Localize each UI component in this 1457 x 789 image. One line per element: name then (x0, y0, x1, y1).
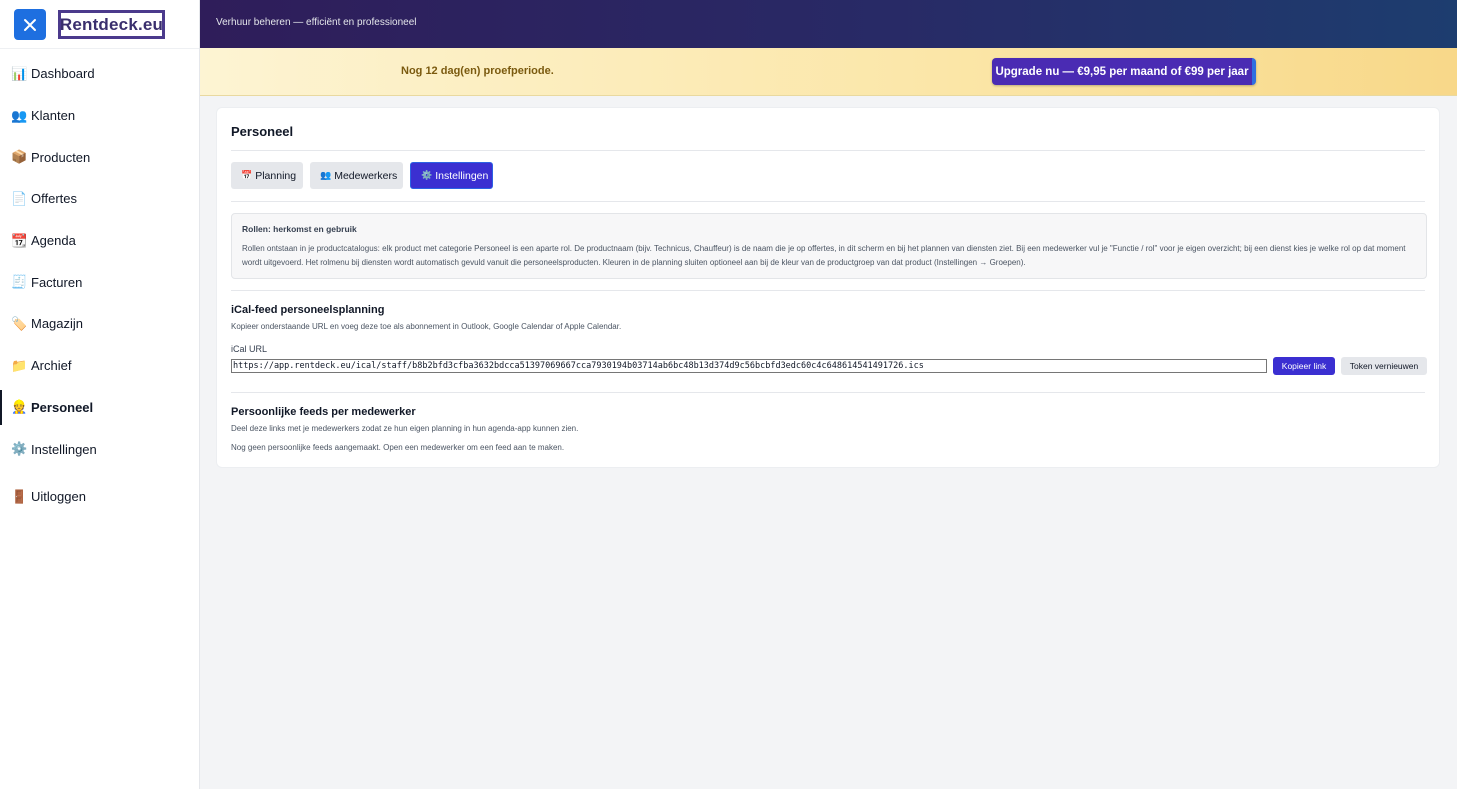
personal-feeds-title: Persoonlijke feeds per medewerker (231, 406, 416, 418)
header-tagline: Verhuur beheren — efficiënt en professio… (216, 17, 417, 28)
roles-info-box: Rollen: herkomst en gebruik Rollen ontst… (231, 213, 1427, 279)
personeel-card: Personeel 📅 Planning 👥 Medewerkers ⚙️ In… (216, 107, 1440, 468)
divider (231, 201, 1425, 202)
ical-url-label: iCal URL (231, 344, 268, 354)
sidebar-item-offertes[interactable]: 📄 Offertes (0, 178, 199, 220)
sidebar-item-agenda[interactable]: 📆 Agenda (0, 220, 199, 262)
sidebar-item-facturen[interactable]: 🧾 Facturen (0, 261, 199, 303)
personal-feeds-subtitle: Deel deze links met je medewerkers zodat… (231, 424, 579, 433)
worker-icon: 👷 (11, 399, 28, 415)
sidebar-item-label: Klanten (31, 108, 76, 124)
document-icon: 📄 (11, 190, 28, 206)
calendar-icon: 📆 (11, 232, 28, 248)
sidebar-item-klanten[interactable]: 👥 Klanten (0, 95, 199, 137)
calendar-icon: 📅 (241, 170, 253, 180)
trial-banner: Nog 12 dag(en) proefperiode. Upgrade nu … (200, 48, 1457, 96)
tab-label: Planning (255, 169, 297, 182)
page-title: Personeel (231, 124, 294, 139)
trial-text: Nog 12 dag(en) proefperiode. (401, 65, 554, 77)
tab-instellingen[interactable]: ⚙️ Instellingen (410, 162, 493, 189)
tab-label: Instellingen (435, 169, 489, 182)
copy-link-button[interactable]: Kopieer link (1273, 357, 1335, 375)
gear-icon: ⚙️ (11, 441, 28, 457)
sidebar-item-instellingen[interactable]: ⚙️ Instellingen (0, 428, 199, 470)
sidebar-item-archief[interactable]: 📁 Archief (0, 345, 199, 387)
top-header: Verhuur beheren — efficiënt en professio… (200, 0, 1457, 48)
sidebar-item-label: Dashboard (31, 66, 95, 82)
sidebar-item-label: Archief (31, 358, 72, 374)
personal-feeds-empty: Nog geen persoonlijke feeds aangemaakt. … (231, 443, 565, 452)
sidebar-item-label: Uitloggen (31, 489, 86, 505)
sidebar-item-producten[interactable]: 📦 Producten (0, 136, 199, 178)
sidebar-item-label: Offertes (31, 191, 78, 207)
label-icon: 🏷️ (11, 315, 28, 331)
sidebar-item-personeel[interactable]: 👷 Personeel (0, 387, 199, 429)
tab-label: Medewerkers (334, 169, 398, 182)
door-icon: 🚪 (11, 488, 28, 504)
sidebar-item-label: Magazijn (31, 316, 84, 332)
close-icon (24, 18, 36, 31)
ical-section-subtitle: Kopieer onderstaande URL en voeg deze to… (231, 322, 622, 331)
logo[interactable]: Rentdeck.eu (58, 10, 165, 39)
package-icon: 📦 (11, 149, 28, 165)
divider (231, 290, 1425, 291)
upgrade-button[interactable]: Upgrade nu — €9,95 per maand of €99 per … (992, 58, 1256, 85)
sidebar-item-label: Agenda (31, 233, 76, 249)
sidebar-item-uitloggen[interactable]: 🚪 Uitloggen (0, 476, 199, 518)
folder-icon: 📁 (11, 357, 28, 373)
sidebar-item-label: Personeel (31, 399, 94, 415)
ical-url-input[interactable]: https://app.rentdeck.eu/ical/staff/b8b2b… (231, 359, 1267, 373)
sidebar-item-label: Instellingen (31, 441, 97, 457)
sidebar-item-label: Facturen (31, 274, 83, 290)
tab-planning[interactable]: 📅 Planning (231, 162, 303, 189)
receipt-icon: 🧾 (11, 274, 28, 290)
sidebar: Rentdeck.eu 📊 Dashboard 👥 Klanten 📦 Prod… (0, 0, 200, 789)
roles-info-title: Rollen: herkomst en gebruik (242, 224, 357, 234)
gear-icon: ⚙️ (421, 170, 433, 180)
renew-token-button[interactable]: Token vernieuwen (1341, 357, 1427, 375)
sidebar-header: Rentdeck.eu (0, 0, 199, 49)
chart-icon: 📊 (11, 65, 28, 81)
tab-bar: 📅 Planning 👥 Medewerkers ⚙️ Instellingen (231, 162, 493, 189)
roles-info-body: Rollen ontstaan in je productcatalogus: … (242, 244, 1406, 267)
sidebar-nav: 📊 Dashboard 👥 Klanten 📦 Producten 📄 Offe… (0, 53, 199, 518)
sidebar-item-dashboard[interactable]: 📊 Dashboard (0, 53, 199, 95)
sidebar-item-magazijn[interactable]: 🏷️ Magazijn (0, 303, 199, 345)
tab-medewerkers[interactable]: 👥 Medewerkers (310, 162, 403, 189)
sidebar-item-label: Producten (31, 149, 91, 165)
users-icon: 👥 (320, 170, 332, 180)
divider (231, 150, 1425, 151)
ical-section-title: iCal-feed personeelsplanning (231, 304, 385, 316)
users-icon: 👥 (11, 107, 28, 123)
close-sidebar-button[interactable] (14, 9, 46, 40)
divider (231, 392, 1425, 393)
